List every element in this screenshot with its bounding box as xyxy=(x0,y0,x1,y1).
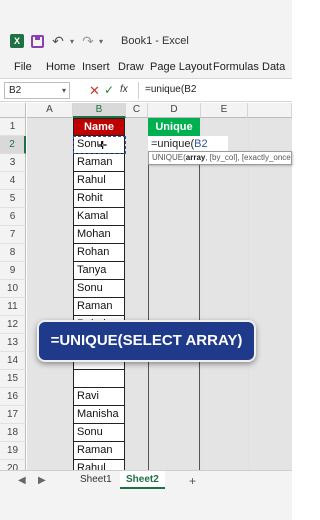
column-header-e[interactable]: E xyxy=(201,103,248,118)
row-header-12[interactable]: 12 xyxy=(0,316,26,334)
title-bar: X ↶ ▾ ↷ ▾ Book1 - Excel xyxy=(0,0,292,58)
name-cell[interactable]: Sonu xyxy=(73,280,125,298)
save-icon[interactable] xyxy=(31,35,44,48)
row-header-7[interactable]: 7 xyxy=(0,226,26,244)
gridline xyxy=(126,118,127,470)
name-cell[interactable] xyxy=(73,370,125,388)
menu-formulas[interactable]: Formulas xyxy=(213,61,259,73)
name-cell[interactable]: Rohan xyxy=(73,244,125,262)
row-header-3[interactable]: 3 xyxy=(0,154,26,172)
column-header-c[interactable]: C xyxy=(126,103,148,118)
ribbon-menu: File Home Insert Draw Page Layout Formul… xyxy=(0,58,292,78)
row-header-16[interactable]: 16 xyxy=(0,388,26,406)
undo-icon[interactable]: ↶ xyxy=(52,33,64,49)
name-cell[interactable]: Raman xyxy=(73,298,125,316)
menu-file[interactable]: File xyxy=(14,61,32,73)
chevron-down-icon[interactable]: ▾ xyxy=(62,83,66,98)
gridline xyxy=(201,118,202,470)
name-cell[interactable]: Mohan xyxy=(73,226,125,244)
row-header-15[interactable]: 15 xyxy=(0,370,26,388)
name-cell[interactable]: Ravi xyxy=(73,388,125,406)
tooltip-array-arg: array xyxy=(185,153,206,162)
name-cell[interactable]: Rahul xyxy=(73,172,125,190)
row-header-18[interactable]: 18 xyxy=(0,424,26,442)
row-header-9[interactable]: 9 xyxy=(0,262,26,280)
window-title: Book1 - Excel xyxy=(121,35,189,47)
name-cell[interactable]: Rohit xyxy=(73,190,125,208)
undo-dropdown-icon[interactable]: ▾ xyxy=(70,33,74,49)
formula-bar: B2 ▾ ✕ ✓ fx =unique(B2 xyxy=(0,78,292,102)
row-header-1[interactable]: 1 xyxy=(0,118,26,136)
row-header-10[interactable]: 10 xyxy=(0,280,26,298)
edit-formula-reference: B2 xyxy=(194,138,208,150)
column-header-b[interactable]: B xyxy=(73,103,126,118)
row-header-6[interactable]: 6 xyxy=(0,208,26,226)
name-box[interactable]: B2 ▾ xyxy=(4,82,70,99)
gridline xyxy=(248,118,249,470)
unique-banner: =UNIQUE(SELECT ARRAY) xyxy=(37,320,256,362)
cancel-icon[interactable]: ✕ xyxy=(89,83,100,99)
insert-function-icon[interactable]: fx xyxy=(120,84,128,95)
tooltip-rest: , [by_col], [exactly_once]) xyxy=(205,153,292,162)
name-cell[interactable]: Sonu xyxy=(73,424,125,442)
column-header-a[interactable]: A xyxy=(27,103,73,118)
excel-logo-icon: X xyxy=(10,34,24,48)
name-cell[interactable]: Raman xyxy=(73,442,125,460)
prev-sheet-icon[interactable]: ◀ xyxy=(18,475,26,486)
select-all-corner[interactable] xyxy=(0,103,26,118)
formula-bar-divider xyxy=(138,82,139,99)
sheet-tab-bar: ◀ ▶ Sheet1 Sheet2 + xyxy=(0,470,292,492)
name-cell[interactable]: Kamal xyxy=(73,208,125,226)
name-header-cell[interactable]: Name xyxy=(73,118,125,136)
name-cell[interactable]: Tanya xyxy=(73,262,125,280)
unique-column-range xyxy=(148,136,200,470)
row-header-13[interactable]: 13 xyxy=(0,334,26,352)
redo-icon[interactable]: ↷ xyxy=(82,33,94,49)
row-header-19[interactable]: 19 xyxy=(0,442,26,460)
enter-icon[interactable]: ✓ xyxy=(104,83,114,97)
tab-sheet1[interactable]: Sheet1 xyxy=(80,474,112,485)
status-area xyxy=(0,492,292,520)
menu-data[interactable]: Data xyxy=(262,61,285,73)
name-box-value: B2 xyxy=(9,85,22,96)
formula-input[interactable]: =unique(B2 xyxy=(145,84,196,95)
menu-page-layout[interactable]: Page Layout xyxy=(150,61,212,73)
cell-cursor-icon: ✛ xyxy=(98,140,108,152)
row-header-5[interactable]: 5 xyxy=(0,190,26,208)
name-cell[interactable]: Manisha xyxy=(73,406,125,424)
column-header-f[interactable] xyxy=(248,103,292,118)
row-header-14[interactable]: 14 xyxy=(0,352,26,370)
menu-home[interactable]: Home xyxy=(46,61,75,73)
menu-insert[interactable]: Insert xyxy=(82,61,110,73)
function-tooltip: UNIQUE(array, [by_col], [exactly_once]) xyxy=(148,151,292,165)
column-header-d[interactable]: D xyxy=(148,103,201,118)
unique-header-cell[interactable]: Unique xyxy=(148,118,200,136)
tooltip-function: UNIQUE( xyxy=(152,153,186,162)
row-header-8[interactable]: 8 xyxy=(0,244,26,262)
redo-dropdown-icon[interactable]: ▾ xyxy=(99,33,103,49)
add-sheet-icon[interactable]: + xyxy=(189,474,196,488)
row-header-2[interactable]: 2 xyxy=(0,136,26,154)
row-header-11[interactable]: 11 xyxy=(0,298,26,316)
tab-sheet2[interactable]: Sheet2 xyxy=(120,471,165,489)
next-sheet-icon[interactable]: ▶ xyxy=(38,475,46,486)
row-header-4[interactable]: 4 xyxy=(0,172,26,190)
name-cell[interactable]: Raman xyxy=(73,154,125,172)
row-header-17[interactable]: 17 xyxy=(0,406,26,424)
edit-formula-prefix: =unique( xyxy=(151,138,195,150)
menu-draw[interactable]: Draw xyxy=(118,61,144,73)
